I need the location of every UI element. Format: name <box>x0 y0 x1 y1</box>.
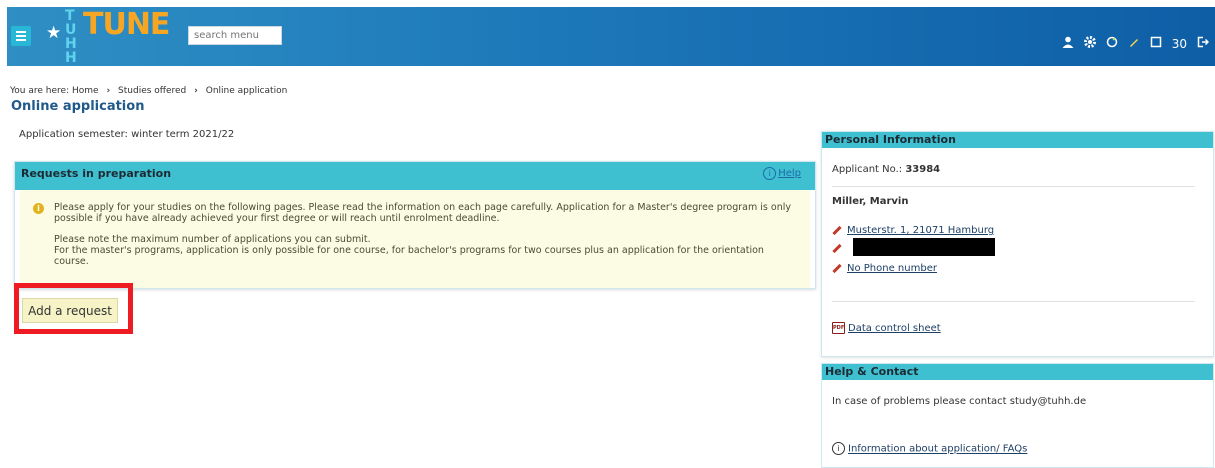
accessibility-icon[interactable] <box>1106 36 1118 51</box>
edit-pencil-icon[interactable] <box>832 263 842 273</box>
tuhh-logo: TUHH <box>65 8 77 66</box>
info-icon: i <box>33 203 44 214</box>
redaction-block <box>853 238 995 256</box>
requests-panel-header: Requests in preparation i Help <box>15 162 815 190</box>
applicant-label: Applicant No.: <box>832 164 903 175</box>
applicant-number-row: Applicant No.: 33984 <box>832 164 940 175</box>
faq-row: i Information about application/ FAQs <box>832 442 1027 455</box>
breadcrumb-home[interactable]: Home <box>72 86 99 96</box>
page-title: Online application <box>11 99 145 114</box>
breadcrumb: You are here: Home › Studies offered › O… <box>10 86 287 96</box>
user-icon[interactable] <box>1062 36 1074 51</box>
phone-link[interactable]: No Phone number <box>847 263 937 274</box>
tune-logo[interactable]: TUNE <box>83 7 170 42</box>
top-header: ★ TUHH TUNE 30 <box>7 7 1215 66</box>
pdf-icon: PDF <box>832 322 845 334</box>
info-icon: i <box>832 442 845 455</box>
data-control-sheet-link[interactable]: Data control sheet <box>848 323 941 334</box>
divider <box>832 186 1195 187</box>
hamburger-menu-icon[interactable] <box>11 26 31 46</box>
info-line: Please note the maximum number of applic… <box>54 234 371 245</box>
add-request-button[interactable]: Add a request <box>22 298 118 323</box>
requests-panel-title: Requests in preparation <box>21 167 172 180</box>
data-sheet-row: PDF Data control sheet <box>832 322 941 334</box>
favorites-star-icon[interactable]: ★ <box>46 23 61 43</box>
contact-text: In case of problems please contact study… <box>832 396 1087 407</box>
email-row <box>832 243 847 254</box>
gear-icon[interactable] <box>1083 36 1096 51</box>
search-menu-input[interactable] <box>188 26 282 45</box>
address-link[interactable]: Musterstr. 1, 21071 Hamburg <box>847 225 994 236</box>
pencil-icon[interactable] <box>1128 36 1140 51</box>
info-paragraph: Please note the maximum number of applic… <box>54 234 800 267</box>
requests-panel: Requests in preparation i Help i Please a… <box>14 161 816 289</box>
applicant-number: 33984 <box>905 164 941 175</box>
phone-row: No Phone number <box>832 263 937 274</box>
address-row: Musterstr. 1, 21071 Hamburg <box>832 225 994 236</box>
breadcrumb-online-application[interactable]: Online application <box>206 86 288 96</box>
breadcrumb-prefix: You are here: <box>10 86 70 96</box>
help-contact-title: Help & Contact <box>822 364 1213 380</box>
chevron-right-icon: › <box>194 86 198 96</box>
faq-link[interactable]: Information about application/ FAQs <box>848 444 1027 455</box>
help-contact-panel: Help & Contact In case of problems pleas… <box>821 363 1214 468</box>
info-line: For the master's programs, application i… <box>54 245 764 267</box>
personal-info-title: Personal Information <box>822 132 1213 148</box>
edit-pencil-icon[interactable] <box>832 243 842 253</box>
help-label[interactable]: Help <box>778 168 801 179</box>
edit-pencil-icon[interactable] <box>832 225 842 235</box>
window-icon[interactable] <box>1150 36 1162 51</box>
chevron-right-icon: › <box>106 86 111 96</box>
requests-info-box: i Please apply for your studies on the f… <box>20 190 810 288</box>
info-paragraph: Please apply for your studies on the fol… <box>54 202 791 224</box>
session-counter: 30 <box>1171 36 1187 51</box>
header-toolbar: 30 <box>1062 36 1210 51</box>
help-link[interactable]: i Help <box>763 162 801 186</box>
breadcrumb-studies[interactable]: Studies offered <box>118 86 186 96</box>
applicant-name: Miller, Marvin <box>832 196 909 207</box>
divider <box>832 301 1195 302</box>
logout-icon[interactable] <box>1197 36 1210 51</box>
semester-text: Application semester: winter term 2021/2… <box>19 129 235 140</box>
info-icon: i <box>763 167 777 180</box>
